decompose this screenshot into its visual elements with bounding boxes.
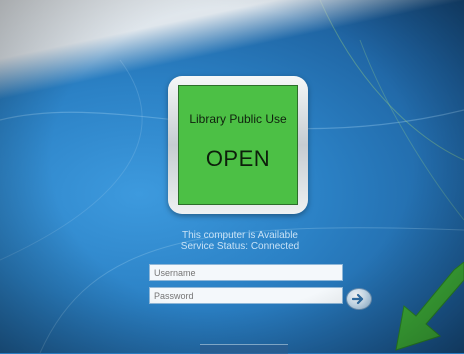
user-tile[interactable]: Library Public Use OPEN — [178, 85, 298, 205]
availability-text: This computer is Available — [182, 230, 298, 241]
username-field[interactable] — [149, 264, 343, 281]
arrow-right-icon — [352, 293, 364, 305]
submit-button[interactable] — [346, 288, 372, 310]
green-arrow-icon — [395, 262, 464, 351]
tile-title: Library Public Use — [189, 112, 287, 126]
service-status-text: Service Status: Connected — [180, 241, 300, 252]
user-tile-frame[interactable]: Library Public Use OPEN — [168, 76, 308, 214]
password-field[interactable] — [149, 287, 343, 304]
tile-status: OPEN — [205, 146, 271, 171]
